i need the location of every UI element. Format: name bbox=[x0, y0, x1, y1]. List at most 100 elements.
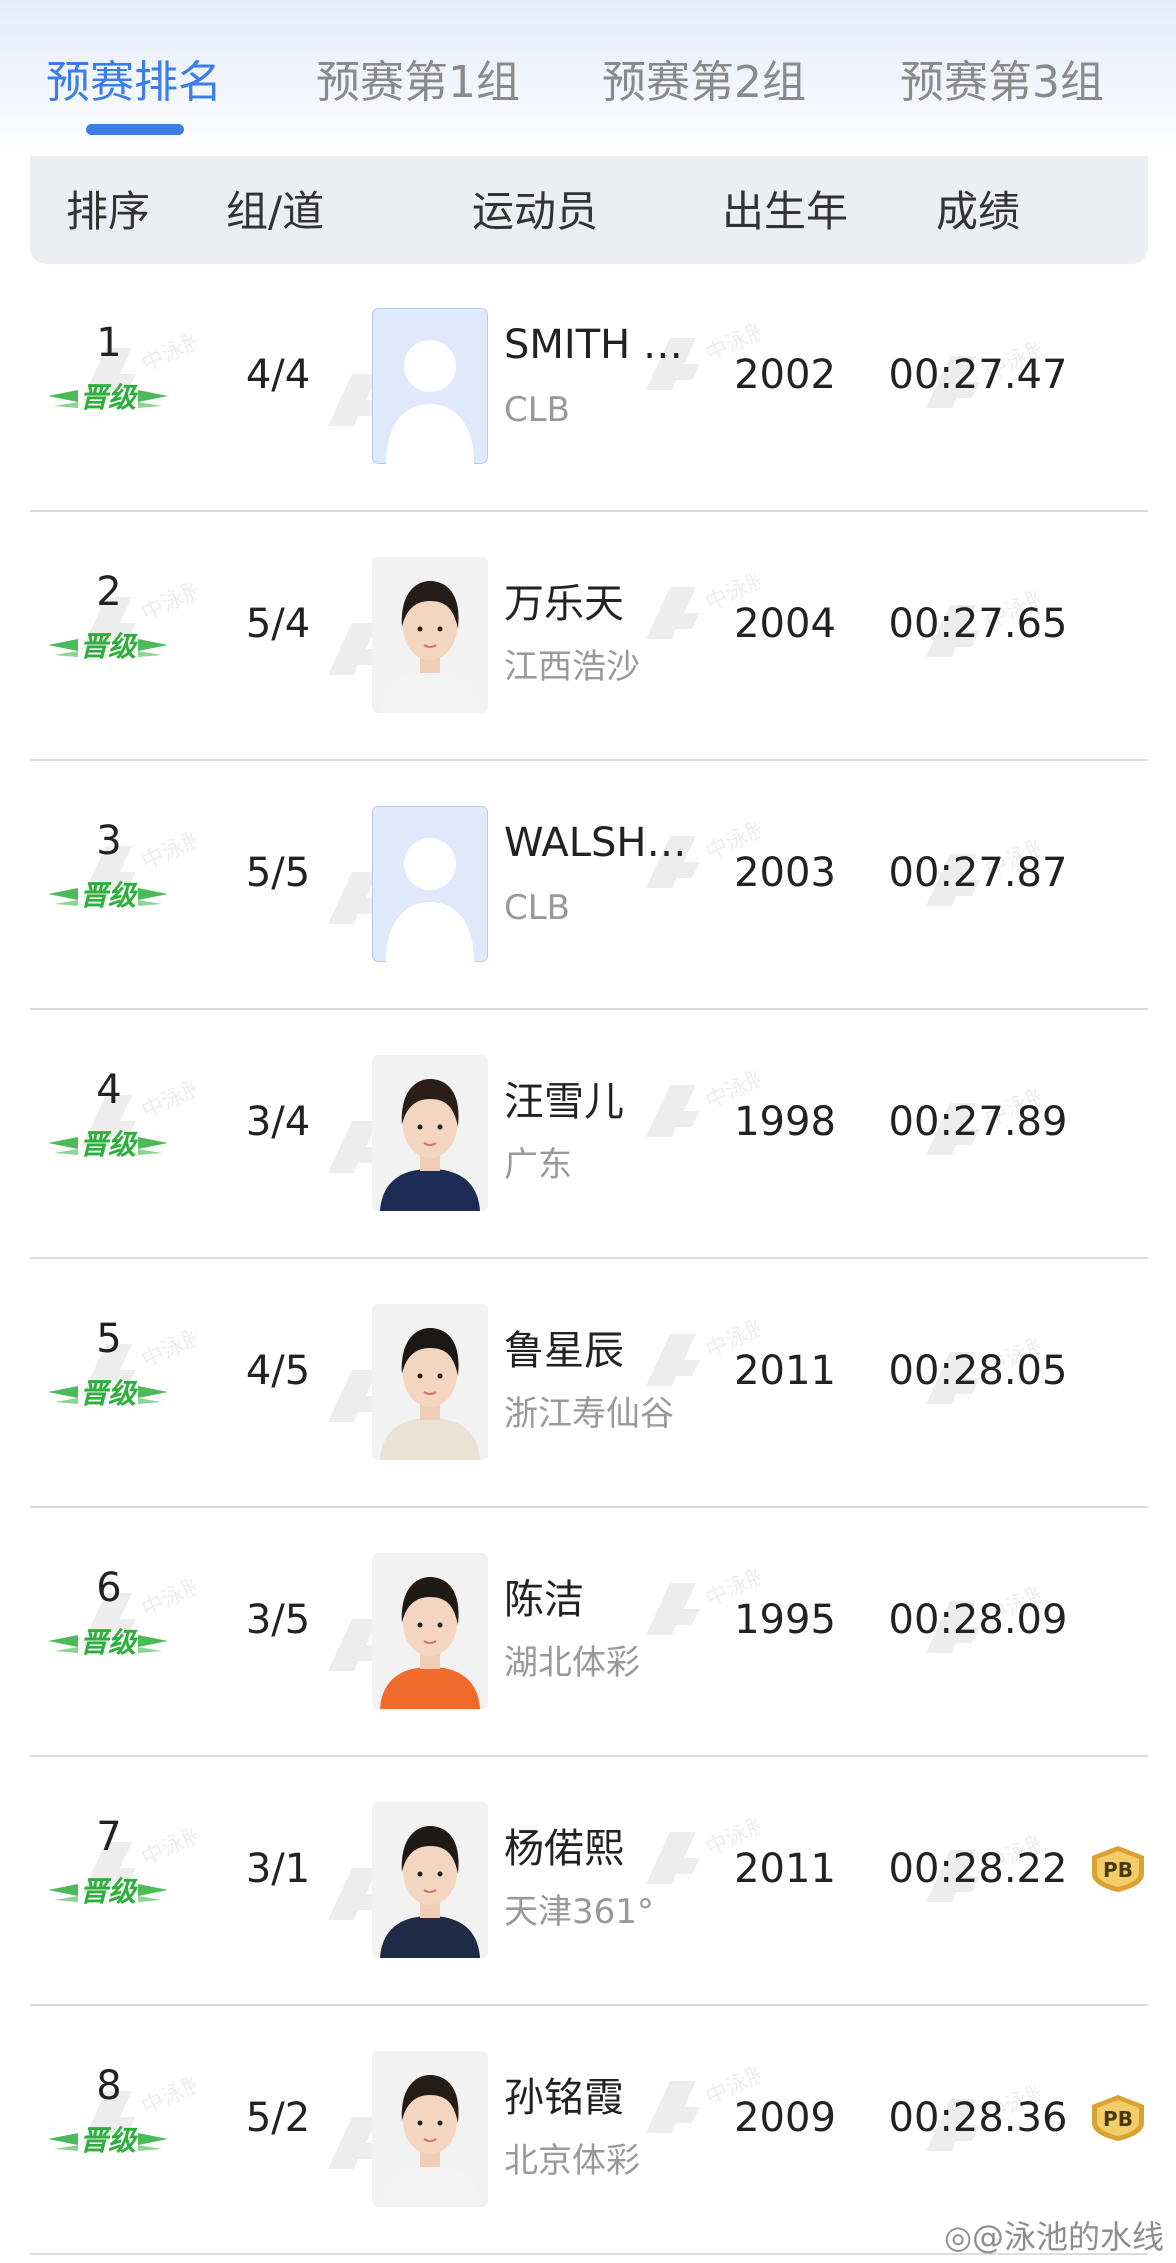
rank-number: 1 bbox=[96, 320, 122, 366]
heat-lane: 5/5 bbox=[245, 850, 311, 896]
athlete-name[interactable]: 陈洁 bbox=[504, 1567, 584, 1625]
qualified-badge-icon: 晋级 bbox=[48, 381, 168, 414]
athlete-photo bbox=[372, 2051, 488, 2207]
athlete-name[interactable]: 汪雪儿 bbox=[504, 1069, 624, 1127]
result-time: 00:27.89 bbox=[888, 1099, 1068, 1145]
qualified-badge-icon: 晋级 bbox=[48, 1377, 168, 1410]
tab-heat-1[interactable]: 预赛第1组 bbox=[316, 46, 520, 110]
athlete-avatar[interactable] bbox=[372, 1553, 488, 1709]
pb-badge: PB bbox=[1088, 1844, 1148, 1894]
row-divider bbox=[30, 1755, 1148, 1757]
result-time: 00:28.05 bbox=[888, 1348, 1068, 1394]
heat-lane: 5/2 bbox=[245, 2095, 311, 2141]
heat-lane: 3/1 bbox=[245, 1846, 311, 1892]
pb-badge: PB bbox=[1088, 2093, 1148, 2143]
birth-year: 2003 bbox=[734, 850, 836, 896]
row-divider bbox=[30, 2004, 1148, 2006]
row-divider bbox=[30, 1257, 1148, 1259]
rank-number: 5 bbox=[96, 1316, 122, 1362]
athlete-avatar[interactable] bbox=[372, 308, 488, 464]
result-time: 00:28.09 bbox=[888, 1597, 1068, 1643]
athlete-photo bbox=[372, 1553, 488, 1709]
tab-heats-ranking[interactable]: 预赛排名 bbox=[46, 46, 222, 110]
athlete-photo bbox=[372, 1304, 488, 1460]
qualified-badge-icon: 晋级 bbox=[48, 1875, 168, 1908]
athlete-name[interactable]: 孙铭霞 bbox=[504, 2065, 624, 2123]
row-divider bbox=[30, 1506, 1148, 1508]
result-time: 00:28.36 bbox=[888, 2095, 1068, 2141]
rank-number: 8 bbox=[96, 2063, 122, 2109]
athlete-photo bbox=[372, 557, 488, 713]
qualified-badge-label: 晋级 bbox=[80, 381, 138, 414]
svg-text:中泳股份: 中泳股份 bbox=[138, 1081, 196, 1124]
athlete-avatar[interactable] bbox=[372, 557, 488, 713]
svg-text:中泳股份: 中泳股份 bbox=[138, 334, 196, 377]
header-lane: 组/道 bbox=[226, 187, 325, 236]
heat-lane: 4/5 bbox=[245, 1348, 311, 1394]
pb-badge-icon: PB bbox=[1092, 1846, 1144, 1892]
qualified-badge: 晋级 bbox=[46, 1621, 170, 1661]
rank-number: 6 bbox=[96, 1565, 122, 1611]
heat-lane: 3/5 bbox=[245, 1597, 311, 1643]
athlete-team: 天津361° bbox=[504, 1892, 654, 1932]
qualified-badge: 晋级 bbox=[46, 1372, 170, 1412]
rank-number: 3 bbox=[96, 818, 122, 864]
svg-text:中泳股份: 中泳股份 bbox=[138, 1330, 196, 1373]
qualified-badge-label: 晋级 bbox=[80, 1128, 138, 1161]
athlete-name[interactable]: SMITH … bbox=[504, 322, 683, 368]
athlete-name[interactable]: WALSH… bbox=[504, 820, 686, 866]
table-row[interactable]: 中泳股份中泳股份中泳股份中泳股份4晋级3/4汪雪儿广东199800:27.89 bbox=[0, 1011, 1176, 1259]
athlete-team: 湖北体彩 bbox=[504, 1643, 640, 1683]
table-row[interactable]: 中泳股份中泳股份中泳股份中泳股份6晋级3/5陈洁湖北体彩199500:28.09 bbox=[0, 1509, 1176, 1757]
qualified-badge-label: 晋级 bbox=[80, 1875, 138, 1908]
tab-heat-2[interactable]: 预赛第2组 bbox=[602, 46, 806, 110]
table-row[interactable]: 中泳股份中泳股份中泳股份中泳股份5晋级4/5鲁星辰浙江寿仙谷201100:28.… bbox=[0, 1260, 1176, 1508]
athlete-avatar[interactable] bbox=[372, 2051, 488, 2207]
birth-year: 2004 bbox=[734, 601, 836, 647]
result-time: 00:27.65 bbox=[888, 601, 1068, 647]
qualified-badge-label: 晋级 bbox=[80, 630, 138, 663]
athlete-name[interactable]: 鲁星辰 bbox=[504, 1318, 624, 1376]
athlete-avatar[interactable] bbox=[372, 1055, 488, 1211]
table-header: 排序 组/道 运动员 出生年 成绩 bbox=[30, 156, 1148, 264]
avatar-placeholder-icon bbox=[372, 806, 488, 962]
qualified-badge-icon: 晋级 bbox=[48, 879, 168, 912]
header-athlete: 运动员 bbox=[472, 187, 599, 236]
table-row[interactable]: 中泳股份中泳股份中泳股份中泳股份3晋级5/5WALSH…CLB200300:27… bbox=[0, 762, 1176, 1010]
athlete-team: 北京体彩 bbox=[504, 2141, 640, 2181]
athlete-avatar[interactable] bbox=[372, 1802, 488, 1958]
table-row[interactable]: 中泳股份中泳股份中泳股份中泳股份7晋级3/1杨偌熙天津361°201100:28… bbox=[0, 1758, 1176, 2006]
qualified-badge: 晋级 bbox=[46, 625, 170, 665]
qualified-badge: 晋级 bbox=[46, 1870, 170, 1910]
athlete-team: CLB bbox=[504, 888, 571, 928]
svg-text:中泳股份: 中泳股份 bbox=[138, 832, 196, 875]
athlete-name[interactable]: 杨偌熙 bbox=[504, 1816, 624, 1874]
header-birth-year: 出生年 bbox=[722, 187, 849, 236]
table-row[interactable]: 中泳股份中泳股份中泳股份中泳股份2晋级5/4万乐天江西浩沙200400:27.6… bbox=[0, 513, 1176, 761]
athlete-team: CLB bbox=[504, 390, 571, 430]
svg-text:中泳股份: 中泳股份 bbox=[138, 1579, 196, 1622]
qualified-badge: 晋级 bbox=[46, 874, 170, 914]
result-time: 00:27.47 bbox=[888, 352, 1068, 398]
qualified-badge-label: 晋级 bbox=[80, 2124, 138, 2157]
birth-year: 2002 bbox=[734, 352, 836, 398]
athlete-avatar[interactable] bbox=[372, 1304, 488, 1460]
qualified-badge: 晋级 bbox=[46, 2119, 170, 2159]
athlete-team: 江西浩沙 bbox=[504, 647, 640, 687]
header-result: 成绩 bbox=[936, 187, 1021, 236]
athlete-team: 广东 bbox=[504, 1145, 572, 1185]
athlete-name[interactable]: 万乐天 bbox=[504, 571, 624, 629]
pb-badge-label: PB bbox=[1103, 1858, 1133, 1882]
qualified-badge-label: 晋级 bbox=[80, 1377, 138, 1410]
qualified-badge-label: 晋级 bbox=[80, 879, 138, 912]
tab-heat-3[interactable]: 预赛第3组 bbox=[900, 46, 1104, 110]
birth-year: 2011 bbox=[734, 1846, 836, 1892]
athlete-photo bbox=[372, 1802, 488, 1958]
qualified-badge: 晋级 bbox=[46, 376, 170, 416]
athlete-avatar[interactable] bbox=[372, 806, 488, 962]
birth-year: 2011 bbox=[734, 1348, 836, 1394]
result-time: 00:27.87 bbox=[888, 850, 1068, 896]
svg-text:中泳股份: 中泳股份 bbox=[138, 2077, 196, 2120]
table-row[interactable]: 中泳股份中泳股份中泳股份中泳股份1晋级4/4SMITH …CLB200200:2… bbox=[0, 264, 1176, 512]
qualified-badge-icon: 晋级 bbox=[48, 1128, 168, 1161]
